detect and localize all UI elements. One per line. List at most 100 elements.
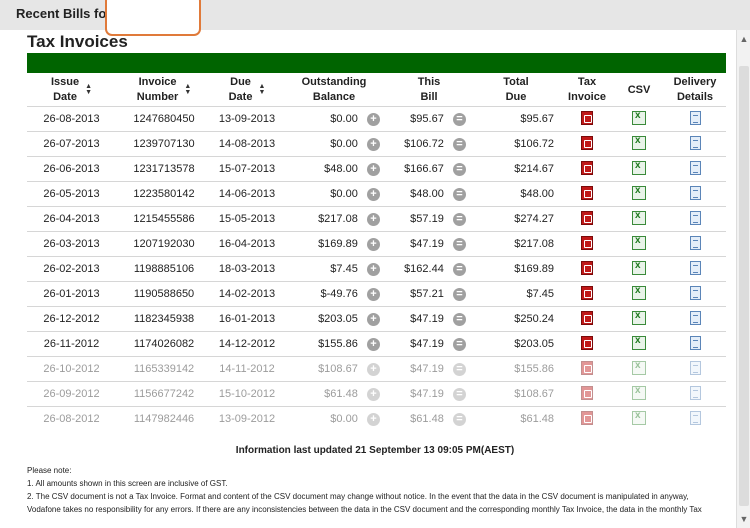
document-icon[interactable]: [689, 110, 701, 125]
tax-invoice-cell: [560, 106, 614, 132]
scroll-up-arrow-icon[interactable]: ▲: [737, 32, 750, 46]
csv-icon[interactable]: [632, 385, 646, 400]
outstanding-balance-cell: $7.45 +: [282, 256, 386, 282]
pdf-icon[interactable]: [581, 335, 593, 350]
sort-icon[interactable]: ▲ ▼: [85, 83, 92, 96]
delivery-details-cell: [664, 381, 726, 407]
equals-icon: =: [453, 412, 466, 426]
total-due-cell: $48.00: [472, 181, 560, 207]
invoice-number-cell: 1239707130: [116, 131, 212, 157]
this-bill-cell: $47.19 =: [386, 331, 472, 357]
document-icon[interactable]: [689, 210, 701, 225]
pdf-icon[interactable]: [581, 110, 593, 125]
csv-icon[interactable]: [632, 160, 646, 175]
document-icon[interactable]: [689, 160, 701, 175]
equals-icon: =: [453, 287, 466, 301]
document-icon[interactable]: [689, 385, 701, 400]
table-row: 26-07-2013 1239707130 14-08-2013 $0.00 + $10…: [27, 131, 726, 157]
total-due-cell: $61.48: [472, 406, 560, 431]
csv-icon[interactable]: [632, 235, 646, 250]
outstanding-balance-cell: $108.67 +: [282, 356, 386, 382]
csv-cell: [614, 306, 664, 332]
document-icon[interactable]: [689, 235, 701, 250]
pdf-icon[interactable]: [581, 310, 593, 325]
invoice-number-cell: 1215455586: [116, 206, 212, 232]
issue-date-cell: 26-08-2012: [27, 406, 116, 431]
csv-icon[interactable]: [632, 210, 646, 225]
outstanding-balance-cell: $0.00 +: [282, 131, 386, 157]
outstanding-balance-cell: $0.00 +: [282, 181, 386, 207]
csv-cell: [614, 106, 664, 132]
scroll-down-arrow-icon[interactable]: ▼: [737, 512, 750, 526]
equals-icon: =: [453, 387, 466, 401]
csv-icon[interactable]: [632, 135, 646, 150]
document-icon[interactable]: [689, 135, 701, 150]
col-header-delivery-details: Delivery Details: [673, 76, 717, 103]
tax-invoice-cell: [560, 156, 614, 182]
due-date-cell: 14-08-2013: [212, 131, 282, 157]
tax-invoice-cell: [560, 131, 614, 157]
table-row: 26-12-2012 1182345938 16-01-2013 $203.05 + $…: [27, 306, 726, 332]
this-bill-cell: $47.19 =: [386, 231, 472, 257]
this-bill-cell: $95.67 =: [386, 106, 472, 132]
csv-icon[interactable]: [632, 360, 646, 375]
delivery-details-cell: [664, 231, 726, 257]
col-header-due-date[interactable]: Due Date▲ ▼: [212, 74, 282, 107]
csv-icon[interactable]: [632, 410, 646, 425]
csv-icon[interactable]: [632, 310, 646, 325]
due-date-cell: 16-01-2013: [212, 306, 282, 332]
pdf-icon[interactable]: [581, 260, 593, 275]
this-bill-cell: $47.19 =: [386, 306, 472, 332]
scroll-thumb[interactable]: [739, 66, 749, 506]
document-icon[interactable]: [689, 260, 701, 275]
document-icon[interactable]: [689, 360, 701, 375]
pdf-icon[interactable]: [581, 285, 593, 300]
delivery-details-cell: [664, 256, 726, 282]
csv-icon[interactable]: [632, 260, 646, 275]
pdf-icon[interactable]: [581, 135, 593, 150]
col-header-csv: CSV: [627, 83, 651, 96]
plus-icon: +: [367, 312, 380, 326]
due-date-cell: 15-10-2012: [212, 381, 282, 407]
outstanding-balance-cell: $48.00 +: [282, 156, 386, 182]
document-icon[interactable]: [689, 310, 701, 325]
this-bill-cell: $61.48 =: [386, 406, 472, 431]
csv-icon[interactable]: [632, 285, 646, 300]
invoice-number-cell: 1247680450: [116, 106, 212, 132]
tax-invoice-cell: [560, 281, 614, 307]
notes-section: Please note: 1. All amounts shown in thi…: [27, 464, 733, 516]
sort-icon[interactable]: ▲ ▼: [184, 83, 191, 96]
total-due-cell: $106.72: [472, 131, 560, 157]
total-due-cell: $203.05: [472, 331, 560, 357]
due-date-cell: 13-09-2012: [212, 406, 282, 431]
document-icon[interactable]: [689, 285, 701, 300]
pdf-icon[interactable]: [581, 410, 593, 425]
issue-date-cell: 26-09-2012: [27, 381, 116, 407]
pdf-icon[interactable]: [581, 385, 593, 400]
document-icon[interactable]: [689, 410, 701, 425]
csv-icon[interactable]: [632, 110, 646, 125]
due-date-cell: 14-11-2012: [212, 356, 282, 382]
csv-icon[interactable]: [632, 185, 646, 200]
equals-icon: =: [453, 262, 466, 276]
pdf-icon[interactable]: [581, 185, 593, 200]
col-header-issue-date[interactable]: Issue Date▲ ▼: [27, 74, 116, 107]
delivery-details-cell: [664, 331, 726, 357]
tax-invoice-cell: [560, 331, 614, 357]
csv-icon[interactable]: [632, 335, 646, 350]
csv-cell: [614, 231, 664, 257]
pdf-icon[interactable]: [581, 160, 593, 175]
table-row: 26-08-2012 1147982446 13-09-2012 $0.00 + $61…: [27, 406, 726, 431]
document-icon[interactable]: [689, 185, 701, 200]
pdf-icon[interactable]: [581, 360, 593, 375]
csv-cell: [614, 181, 664, 207]
invoice-number-cell: 1147982446: [116, 406, 212, 431]
sort-icon[interactable]: ▲ ▼: [258, 83, 265, 96]
pdf-icon[interactable]: [581, 210, 593, 225]
document-icon[interactable]: [689, 335, 701, 350]
invoice-number-cell: 1198885106: [116, 256, 212, 282]
pdf-icon[interactable]: [581, 235, 593, 250]
plus-icon: +: [367, 237, 380, 251]
col-header-invoice-number[interactable]: Invoice Number▲ ▼: [116, 74, 212, 107]
delivery-details-cell: [664, 181, 726, 207]
